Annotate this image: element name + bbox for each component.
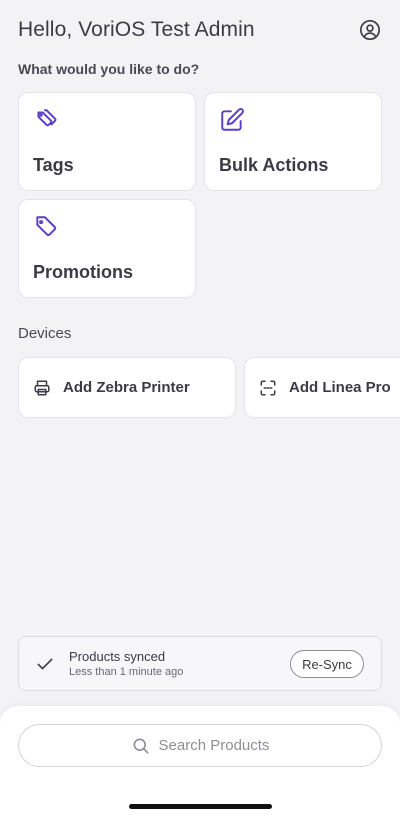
check-icon	[37, 658, 53, 669]
account-button[interactable]	[358, 18, 382, 42]
sync-status-title: Products synced	[69, 649, 166, 664]
sync-status-bar: Products synced Less than 1 minute ago R…	[18, 636, 382, 691]
bottom-search-sheet: Search Products	[0, 706, 400, 816]
tags-icon	[37, 109, 57, 127]
sync-text: Products synced Less than 1 minute ago	[69, 649, 183, 678]
tags-card-label: Tags	[33, 155, 74, 175]
bulk-actions-card-label: Bulk Actions	[219, 155, 329, 175]
user-circle-icon	[360, 20, 380, 40]
tags-card[interactable]: Tags	[18, 92, 196, 191]
printer-icon	[33, 378, 53, 398]
add-linea-pro-label: Add Linea Pro	[289, 379, 391, 396]
search-input[interactable]: Search Products	[18, 724, 382, 767]
add-zebra-printer-card[interactable]: Add Zebra Printer	[18, 357, 236, 418]
add-linea-pro-card[interactable]: Add Linea Pro	[244, 357, 400, 418]
actions-heading: What would you like to do?	[18, 61, 200, 77]
add-zebra-printer-label: Add Zebra Printer	[63, 379, 190, 396]
promotions-card[interactable]: Promotions	[18, 199, 196, 298]
tag-icon	[36, 216, 57, 237]
edit-icon	[221, 108, 244, 131]
resync-button[interactable]: Re-Sync	[290, 650, 364, 678]
home-screen: Hello, VoriOS Test Admin What would you …	[0, 0, 400, 816]
home-indicator[interactable]	[129, 804, 272, 809]
header: Hello, VoriOS Test Admin	[18, 18, 382, 42]
sync-timestamp: Less than 1 minute ago	[69, 666, 184, 678]
promotions-card-label: Promotions	[33, 262, 134, 282]
search-placeholder: Search Products	[158, 737, 270, 754]
greeting-title: Hello, VoriOS Test Admin	[18, 18, 255, 41]
bulk-actions-card[interactable]: Bulk Actions	[204, 92, 382, 191]
scan-icon	[259, 378, 279, 398]
search-icon	[133, 738, 149, 753]
devices-heading: Devices	[18, 325, 72, 342]
